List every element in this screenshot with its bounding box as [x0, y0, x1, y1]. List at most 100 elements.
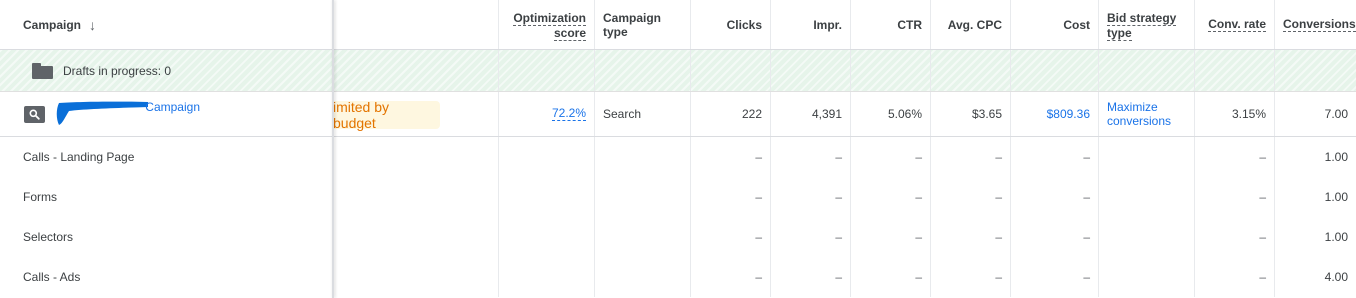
- table-row: Selectors – – – – – – 1.00: [0, 217, 1356, 257]
- drafts-bid-cell: [1098, 50, 1194, 91]
- limited-by-budget-label: imited by budget: [333, 99, 390, 131]
- drafts-cost-cell: [1010, 50, 1098, 91]
- drafts-row[interactable]: Drafts in progress: 0: [0, 50, 1356, 92]
- impr-value: –: [770, 137, 850, 177]
- impr-value: –: [770, 177, 850, 217]
- table-row: Calls - Ads – – – – – – 4.00: [0, 257, 1356, 297]
- impr-value: 4,391: [770, 92, 850, 136]
- campaign-name-link[interactable]: Campaign: [55, 92, 200, 136]
- column-header-conv-rate[interactable]: Conv. rate: [1194, 0, 1274, 49]
- column-header-conversions[interactable]: Conversions: [1274, 0, 1356, 49]
- empty-cell: [594, 217, 690, 257]
- cost-cell: $809.36: [1010, 92, 1098, 136]
- optimization-score-label-line-2: score: [553, 26, 586, 41]
- drafts-in-progress-label[interactable]: Drafts in progress: 0: [63, 64, 171, 78]
- column-header-ctr[interactable]: CTR: [850, 0, 930, 49]
- drafts-status-cell: [333, 50, 498, 91]
- bid-strategy-label-line-2: type: [1107, 26, 1132, 41]
- drafts-cell[interactable]: Drafts in progress: 0: [0, 50, 333, 91]
- table-row: Forms – – – – – – 1.00: [0, 177, 1356, 217]
- drafts-ctr-cell: [850, 50, 930, 91]
- conversions-value: 1.00: [1274, 177, 1356, 217]
- conversion-action-name: Forms: [23, 190, 57, 204]
- empty-cell: [333, 217, 498, 257]
- campaign-type-label-line-1: Campaign: [603, 11, 662, 25]
- campaign-type-value: Search: [594, 92, 690, 136]
- status-badge[interactable]: imited by budget: [333, 99, 440, 131]
- conversion-action-name: Calls - Ads: [23, 270, 81, 284]
- drafts-convrate-cell: [1194, 50, 1274, 91]
- column-header-avg-cpc[interactable]: Avg. CPC: [930, 0, 1010, 49]
- avg-cpc-value: –: [930, 257, 1010, 297]
- avg-cpc-value: –: [930, 217, 1010, 257]
- conv-rate-value: –: [1194, 217, 1274, 257]
- folder-icon: [32, 62, 53, 79]
- bid-strategy-cell: Maximize conversions: [1098, 92, 1194, 136]
- avg-cpc-value: –: [930, 137, 1010, 177]
- ctr-value: –: [850, 137, 930, 177]
- ctr-value: –: [850, 177, 930, 217]
- conv-rate-value: –: [1194, 137, 1274, 177]
- conversions-value: 4.00: [1274, 257, 1356, 297]
- avg-cpc-value: $3.65: [930, 92, 1010, 136]
- empty-cell: [498, 137, 594, 177]
- empty-cell: [594, 257, 690, 297]
- avg-cpc-value: –: [930, 177, 1010, 217]
- frozen-column-divider: [332, 0, 334, 298]
- empty-cell: [594, 177, 690, 217]
- column-header-optimization-score[interactable]: Optimization score: [498, 0, 594, 49]
- optimization-score-value[interactable]: 72.2%: [551, 107, 586, 121]
- ctr-value: –: [850, 217, 930, 257]
- cost-value: –: [1010, 217, 1098, 257]
- conversions-value: 1.00: [1274, 217, 1356, 257]
- table-header: Campaign ↓ Optimization score Campaign t…: [0, 0, 1356, 50]
- conv-rate-value: 3.15%: [1194, 92, 1274, 136]
- column-header-impr[interactable]: Impr.: [770, 0, 850, 49]
- table-row: Calls - Landing Page – – – – – – 1.00: [0, 137, 1356, 177]
- column-header-campaign-label: Campaign: [23, 17, 82, 32]
- ctr-value: –: [850, 257, 930, 297]
- column-header-clicks[interactable]: Clicks: [690, 0, 770, 49]
- ctr-value: 5.06%: [850, 92, 930, 136]
- table-row: Campaign 72.2% Search 222 4,391 5.06% $3…: [0, 92, 1356, 137]
- conversions-value: 1.00: [1274, 137, 1356, 177]
- empty-cell: [498, 177, 594, 217]
- empty-cell: [1098, 217, 1194, 257]
- campaign-name-label[interactable]: Campaign: [145, 100, 200, 114]
- column-header-campaign[interactable]: Campaign ↓: [0, 0, 333, 49]
- campaigns-table: Campaign ↓ Optimization score Campaign t…: [0, 0, 1356, 298]
- search-icon: [24, 105, 45, 123]
- column-header-cost[interactable]: Cost: [1010, 0, 1098, 49]
- empty-cell: [333, 137, 498, 177]
- campaign-type-label-line-2: type: [603, 25, 628, 39]
- conv-rate-label: Conv. rate: [1208, 17, 1266, 32]
- column-header-campaign-type[interactable]: Campaign type: [594, 0, 690, 49]
- optimization-score-label-line-1: Optimization: [513, 11, 586, 26]
- bid-strategy-value[interactable]: Maximize conversions: [1107, 100, 1186, 128]
- conversion-action-name: Calls - Landing Page: [23, 150, 135, 164]
- cost-value[interactable]: $809.36: [1047, 107, 1090, 121]
- empty-cell: [333, 177, 498, 217]
- conversion-action-name: Selectors: [23, 230, 74, 244]
- column-header-bid-strategy-type[interactable]: Bid strategy type: [1098, 0, 1194, 49]
- sort-descending-icon[interactable]: ↓: [89, 18, 96, 32]
- redaction-mark: [56, 101, 148, 125]
- drafts-clicks-cell: [690, 50, 770, 91]
- campaign-name-cell: Campaign: [0, 92, 333, 136]
- impr-value: –: [770, 257, 850, 297]
- cost-value: –: [1010, 137, 1098, 177]
- drafts-impr-cell: [770, 50, 850, 91]
- optimization-score-cell: 72.2%: [498, 92, 594, 136]
- clicks-value: –: [690, 177, 770, 217]
- conversions-value: 7.00: [1274, 92, 1356, 136]
- cost-value: –: [1010, 257, 1098, 297]
- drafts-conv-cell: [1274, 50, 1356, 91]
- column-header-status: [333, 0, 498, 49]
- empty-cell: [594, 137, 690, 177]
- conversions-label: Conversions: [1283, 17, 1356, 32]
- drafts-cpc-cell: [930, 50, 1010, 91]
- empty-cell: [333, 257, 498, 297]
- drafts-opt-cell: [498, 50, 594, 91]
- empty-cell: [1098, 177, 1194, 217]
- empty-cell: [498, 257, 594, 297]
